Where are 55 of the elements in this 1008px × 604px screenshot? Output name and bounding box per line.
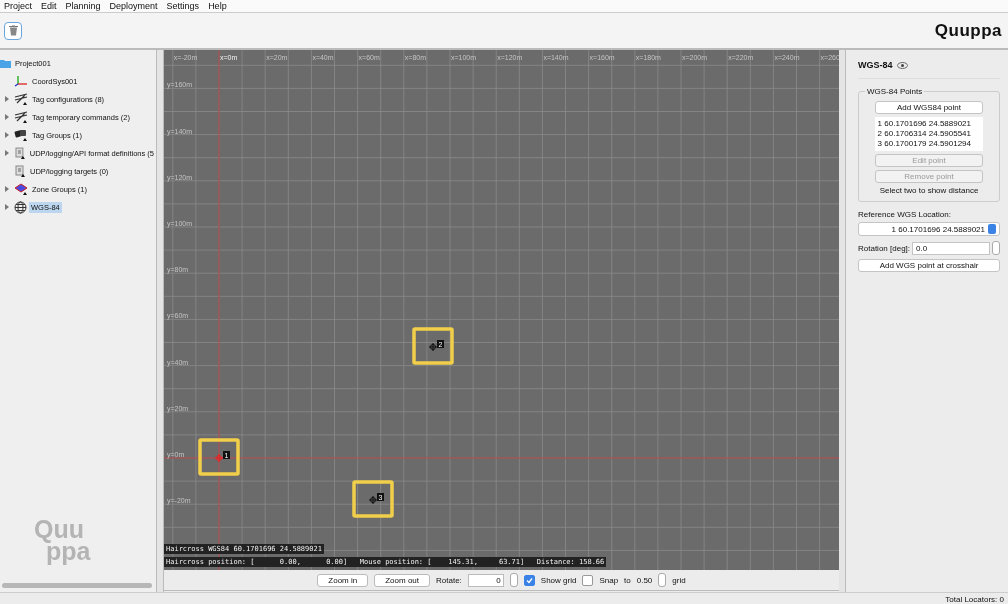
- document-icon: [13, 147, 26, 159]
- antenna-icon: [14, 111, 28, 123]
- checkbox[interactable]: [523, 574, 535, 586]
- document-icon: [14, 165, 26, 177]
- expand-arrow-icon[interactable]: [4, 185, 10, 192]
- snap-value-field[interactable]: 0.50: [636, 575, 653, 585]
- reference-label: Reference WGS Location:: [858, 210, 952, 219]
- menu-item[interactable]: Project: [4, 1, 32, 11]
- spinner[interactable]: [992, 241, 1000, 255]
- axes-icon: [14, 75, 28, 87]
- spinner[interactable]: [658, 573, 667, 587]
- crosshair-marker[interactable]: [214, 453, 224, 463]
- checkbox-label: Snap: [599, 575, 619, 585]
- rotation-label: Rotation [deg]:: [858, 243, 911, 253]
- zone-icon: [14, 183, 28, 195]
- crosshair-marker[interactable]: [428, 342, 438, 352]
- antenna-icon: [14, 93, 28, 105]
- spinner[interactable]: [509, 573, 518, 587]
- zoom-in-button[interactable]: Zoom in: [317, 573, 369, 587]
- trash-icon: [8, 25, 18, 36]
- to-label: to: [624, 575, 631, 585]
- grid-label: grid: [672, 575, 686, 585]
- list-item[interactable]: 3 60.1700179 24.5901294: [877, 139, 981, 149]
- checkbox-label: Show grid: [540, 575, 577, 585]
- folder-icon: [0, 58, 11, 68]
- panel-title: WGS-84: [858, 60, 893, 70]
- add-point-button[interactable]: Add WGS84 point: [874, 101, 984, 114]
- menu-item[interactable]: Settings: [166, 1, 200, 11]
- expand-arrow-icon[interactable]: [4, 113, 10, 120]
- expand-arrow-icon[interactable]: [4, 131, 10, 138]
- eye-icon[interactable]: [896, 61, 908, 69]
- delete-button[interactable]: [4, 21, 22, 40]
- expand-arrow-icon[interactable]: [4, 95, 10, 102]
- crosshair-marker[interactable]: [368, 495, 378, 505]
- list-item[interactable]: 1 60.1701696 24.5889021: [877, 119, 981, 129]
- expand-arrow-icon[interactable]: [4, 203, 10, 210]
- menu-item[interactable]: Edit: [41, 1, 57, 11]
- rotation-field[interactable]: 0.0: [912, 241, 990, 255]
- menu-item[interactable]: Deployment: [109, 1, 158, 11]
- status-text: Total Locators: 0: [945, 595, 1004, 604]
- rotate-label: Rotate:: [436, 575, 462, 585]
- logo: Quuppa: [934, 20, 1002, 41]
- hint-text: Select two to show distance: [879, 186, 979, 195]
- checkbox[interactable]: [582, 574, 594, 586]
- add-crosshair-point-button[interactable]: Add WGS point at crosshair: [858, 259, 1000, 272]
- menu-item[interactable]: Planning: [65, 1, 101, 11]
- expand-arrow-icon[interactable]: [4, 149, 10, 156]
- rotate-field[interactable]: 0: [467, 573, 504, 587]
- reference-dropdown[interactable]: 1 60.1701696 24.5889021: [858, 222, 1000, 236]
- list-item[interactable]: 2 60.1706314 24.5905541: [877, 129, 981, 139]
- zoom-out-button[interactable]: Zoom out: [374, 573, 430, 587]
- tag-group-icon: [14, 129, 28, 141]
- group-title: WGS-84 Points: [865, 87, 925, 96]
- menu-item[interactable]: Help: [208, 1, 227, 11]
- globe-icon: [14, 200, 27, 214]
